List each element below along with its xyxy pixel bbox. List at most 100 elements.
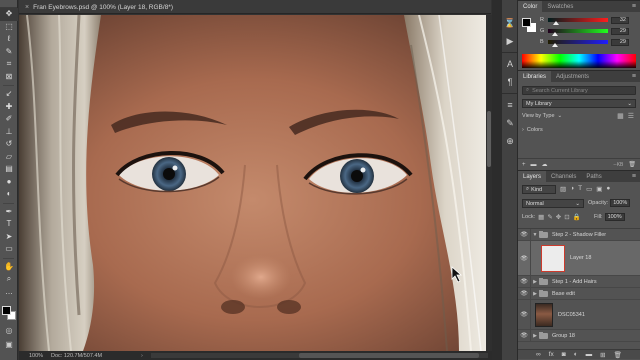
new-group-icon[interactable]: ▬ bbox=[586, 351, 593, 358]
tab-adjustments[interactable]: Adjustments bbox=[551, 71, 594, 82]
layer-row[interactable]: 👁 DSC05341 bbox=[518, 300, 640, 330]
pixel-filter-icon[interactable]: ▨ bbox=[560, 185, 566, 193]
frame-icon[interactable]: ⊠ bbox=[0, 71, 18, 84]
panel-menu-icon[interactable]: ≡ bbox=[632, 173, 636, 180]
status-menu-arrow-icon[interactable]: › bbox=[141, 353, 151, 359]
red-value[interactable]: 32 bbox=[611, 16, 629, 24]
layer-row[interactable]: 👁 ▶ Base edit bbox=[518, 288, 640, 300]
layer-name[interactable]: Base edit bbox=[552, 291, 575, 297]
properties-icon[interactable]: ≡ bbox=[502, 96, 518, 114]
horizontal-scroll-thumb[interactable] bbox=[299, 353, 479, 358]
lasso-icon[interactable]: ℓ bbox=[0, 33, 18, 46]
blue-slider-track[interactable] bbox=[548, 40, 608, 47]
visibility-eye-icon[interactable]: 👁 bbox=[518, 255, 530, 262]
rectangle-icon[interactable]: ▭ bbox=[0, 243, 18, 256]
visibility-eye-icon[interactable]: 👁 bbox=[518, 278, 530, 285]
layer-row[interactable]: 👁 ▶ Step 1 - Add Hairs bbox=[518, 276, 640, 288]
chevron-right-icon[interactable]: ▶ bbox=[531, 291, 539, 297]
smart-filter-icon[interactable]: ▣ bbox=[596, 185, 602, 193]
red-slider[interactable]: R 32 bbox=[540, 16, 640, 25]
blue-value[interactable]: 29 bbox=[611, 38, 629, 46]
marquee-icon[interactable]: ⬚ bbox=[0, 21, 18, 34]
layer-row[interactable]: 👁 ▶ Group 18 bbox=[518, 330, 640, 342]
green-slider[interactable]: G 29 bbox=[540, 27, 640, 36]
list-view-icon[interactable]: ☰ bbox=[628, 112, 634, 120]
type-icon[interactable]: T bbox=[0, 218, 18, 231]
brush-settings-icon[interactable]: ✎ bbox=[502, 114, 518, 132]
layer-name[interactable]: DSC05341 bbox=[558, 312, 585, 318]
quick-mask-icon[interactable]: ◎ bbox=[0, 324, 18, 336]
tab-swatches[interactable]: Swatches bbox=[542, 1, 578, 12]
panel-menu-icon[interactable]: ≡ bbox=[632, 73, 636, 80]
quick-select-icon[interactable]: ✎ bbox=[0, 46, 18, 59]
library-search-input[interactable]: ⌕ Search Current Library bbox=[522, 86, 636, 95]
color-chips[interactable] bbox=[522, 18, 536, 32]
new-layer-icon[interactable]: ⊞ bbox=[600, 351, 605, 359]
chevron-down-icon[interactable]: ▼ bbox=[531, 232, 539, 238]
toolbar-grip[interactable] bbox=[0, 0, 17, 8]
layer-thumbnail[interactable] bbox=[541, 244, 565, 272]
tab-layers[interactable]: Layers bbox=[518, 171, 547, 182]
paragraph-icon[interactable]: ¶ bbox=[502, 73, 518, 91]
foreground-color-swatch[interactable] bbox=[2, 306, 11, 315]
move-icon[interactable]: ✥ bbox=[0, 8, 18, 21]
horizontal-scrollbar[interactable] bbox=[151, 353, 488, 358]
lock-all-icon[interactable]: 🔒 bbox=[573, 213, 581, 221]
tab-color[interactable]: Color bbox=[518, 1, 543, 12]
color-spectrum[interactable] bbox=[522, 54, 636, 68]
library-select[interactable]: My Library ⌄ bbox=[522, 99, 636, 108]
zoom-icon[interactable]: ⌕ bbox=[0, 273, 18, 286]
green-value[interactable]: 29 bbox=[611, 27, 629, 35]
opacity-input[interactable]: 100% bbox=[610, 199, 631, 207]
layer-name[interactable]: Step 1 - Add Hairs bbox=[552, 279, 597, 285]
lock-pixels-icon[interactable]: ✎ bbox=[547, 213, 552, 221]
screen-mode-icon[interactable]: ▣ bbox=[0, 338, 18, 350]
character-icon[interactable]: A bbox=[502, 55, 518, 73]
lock-artboard-icon[interactable]: ⊡ bbox=[564, 213, 569, 221]
type-filter-icon[interactable]: T bbox=[578, 185, 582, 193]
foreground-chip[interactable] bbox=[522, 18, 531, 27]
lock-transparent-icon[interactable]: ▦ bbox=[538, 213, 544, 221]
panel-menu-icon[interactable]: ≡ bbox=[632, 3, 636, 10]
crop-icon[interactable]: ⌗ bbox=[0, 58, 18, 71]
document-tab[interactable]: × Fran Eyebrows.psd @ 100% (Layer 18, RG… bbox=[25, 0, 173, 14]
zoom-level[interactable]: 100% bbox=[19, 353, 51, 359]
library-section-colors[interactable]: › Colors bbox=[522, 127, 543, 133]
green-slider-track[interactable] bbox=[548, 29, 608, 36]
close-icon[interactable]: × bbox=[25, 4, 29, 11]
visibility-eye-icon[interactable]: 👁 bbox=[518, 332, 530, 339]
red-slider-knob[interactable] bbox=[553, 21, 559, 25]
actions-icon[interactable]: ▶ bbox=[502, 32, 518, 50]
filter-toggle-icon[interactable]: ● bbox=[606, 185, 610, 193]
trash-icon[interactable]: 🗑 bbox=[614, 351, 622, 359]
trash-icon[interactable]: 🗑 bbox=[628, 161, 636, 168]
layer-name[interactable]: Step 2 - Shadow Filler bbox=[552, 232, 606, 238]
view-by-type-dropdown[interactable]: View by Type ⌄ bbox=[522, 113, 562, 119]
dodge-icon[interactable]: ◐ bbox=[0, 188, 18, 201]
path-select-icon[interactable]: ➤ bbox=[0, 231, 18, 244]
layer-style-icon[interactable]: fx bbox=[549, 351, 554, 358]
brush-icon[interactable]: ✐ bbox=[0, 113, 18, 126]
folder-icon[interactable]: ▬ bbox=[531, 162, 537, 168]
layer-thumbnail[interactable] bbox=[535, 302, 553, 327]
visibility-eye-icon[interactable]: 👁 bbox=[518, 311, 530, 318]
eraser-icon[interactable]: ▱ bbox=[0, 151, 18, 164]
layer-row-selected[interactable]: 👁 Layer 18 bbox=[518, 241, 640, 276]
fill-input[interactable]: 100% bbox=[604, 213, 625, 221]
clone-stamp-icon[interactable]: ⊥ bbox=[0, 126, 18, 139]
add-content-icon[interactable]: + bbox=[522, 162, 526, 168]
green-slider-knob[interactable] bbox=[552, 32, 558, 36]
vertical-scroll-thumb[interactable] bbox=[487, 111, 491, 167]
layer-name[interactable]: Group 18 bbox=[552, 333, 575, 339]
visibility-eye-icon[interactable]: 👁 bbox=[518, 290, 530, 297]
chevron-right-icon[interactable]: ▶ bbox=[531, 279, 539, 285]
eyedropper-icon[interactable]: ↙ bbox=[0, 88, 18, 101]
layer-filter-kind[interactable]: ⌕ Kind bbox=[522, 185, 556, 194]
chevron-right-icon[interactable]: ▶ bbox=[531, 333, 539, 339]
blur-icon[interactable]: ● bbox=[0, 176, 18, 189]
blue-slider[interactable]: B 29 bbox=[540, 38, 640, 47]
red-slider-track[interactable] bbox=[548, 18, 608, 25]
more-tools-icon[interactable]: … bbox=[0, 286, 18, 299]
pen-icon[interactable]: ✒ bbox=[0, 206, 18, 219]
tab-libraries[interactable]: Libraries bbox=[518, 71, 552, 82]
